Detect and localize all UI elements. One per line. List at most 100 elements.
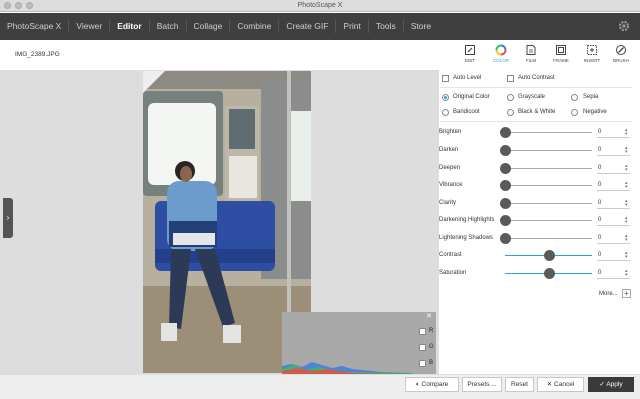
window-controls[interactable] <box>4 2 33 9</box>
close-window-button[interactable] <box>4 2 11 9</box>
tool-brush-label: BRUSH <box>613 58 629 63</box>
slider-label: Contrast <box>439 252 462 258</box>
mode-black-white-label: Black & White <box>518 109 556 115</box>
tool-color[interactable]: COLOR <box>489 44 513 68</box>
stepper-icon[interactable]: ▴ ▾ <box>625 164 628 173</box>
mode-negative-radio[interactable] <box>571 109 578 116</box>
slider-track[interactable] <box>505 238 592 239</box>
slider-value-underline <box>597 278 630 279</box>
menu-print[interactable]: Print <box>336 20 369 33</box>
slider-knob[interactable] <box>500 145 511 156</box>
menu-collage[interactable]: Collage <box>187 20 231 33</box>
compare-button[interactable]: ◐ Compare <box>405 377 459 392</box>
slider-track[interactable] <box>505 203 592 204</box>
slider-value-field[interactable]: 0 <box>598 165 601 171</box>
histogram-red-label: R <box>429 328 434 334</box>
menu-editor[interactable]: Editor <box>110 20 150 33</box>
tool-brush[interactable]: BRUSH <box>609 44 633 68</box>
menu-batch[interactable]: Batch <box>150 20 187 33</box>
slider-value-field[interactable]: 0 <box>598 235 601 241</box>
brush-icon <box>616 45 626 55</box>
slider-value-field[interactable]: 0 <box>598 129 601 135</box>
menu-store[interactable]: Store <box>404 20 438 33</box>
presets-button[interactable]: Presets ... <box>462 377 502 392</box>
tool-frame-label: FRAME <box>553 58 569 63</box>
tool-edit-label: EDIT <box>464 58 476 63</box>
auto-level-label: Auto Level <box>453 75 482 81</box>
menu-viewer[interactable]: Viewer <box>69 20 111 33</box>
close-histogram-icon[interactable]: ✕ <box>426 312 432 320</box>
slider-value-field[interactable]: 0 <box>598 270 601 276</box>
left-panel-toggle[interactable]: › <box>3 198 13 238</box>
menu-tools[interactable]: Tools <box>369 20 404 33</box>
mode-bandicoot-label: Bandicoot <box>453 109 480 115</box>
stepper-icon[interactable]: ▴ ▾ <box>625 181 628 190</box>
stepper-icon[interactable]: ▴ ▾ <box>625 199 628 208</box>
mode-sepia-radio[interactable] <box>571 94 578 101</box>
stepper-icon[interactable]: ▴ ▾ <box>625 128 628 137</box>
slider-value-field[interactable]: 0 <box>598 182 601 188</box>
stepper-icon[interactable]: ▴ ▾ <box>625 251 628 260</box>
slider-track[interactable] <box>505 168 592 169</box>
slider-value-underline <box>597 225 630 226</box>
stepper-icon[interactable]: ▴ ▾ <box>625 216 628 225</box>
more-button[interactable]: More... <box>599 291 618 297</box>
tool-film[interactable]: FILM <box>519 44 543 68</box>
mode-original-radio[interactable] <box>442 94 449 101</box>
slider-knob[interactable] <box>500 127 511 138</box>
reset-button[interactable]: Reset <box>505 377 534 392</box>
mode-bandicoot-radio[interactable] <box>442 109 449 116</box>
menu-combine[interactable]: Combine <box>230 20 280 33</box>
tool-frame[interactable]: FRAME <box>549 44 573 68</box>
menu-photoscape-x[interactable]: PhotoScape X <box>0 20 70 33</box>
slider-track[interactable] <box>505 220 592 221</box>
slider-label: Darkening Highlights <box>439 217 495 223</box>
apply-button[interactable]: ✓ Apply <box>588 377 634 392</box>
add-icon[interactable]: + <box>622 289 631 298</box>
chevron-right-icon: › <box>6 213 10 222</box>
slider-value-field[interactable]: 0 <box>598 252 601 258</box>
original-corner-icon[interactable] <box>143 71 165 93</box>
stepper-icon[interactable]: ▴ ▾ <box>625 234 628 243</box>
histogram-graph <box>282 362 412 374</box>
slider-knob[interactable] <box>543 268 555 279</box>
compare-label: Compare <box>421 381 449 388</box>
edit-icon <box>465 45 475 55</box>
tool-edit[interactable]: EDIT <box>458 44 482 68</box>
minimize-window-button[interactable] <box>15 2 22 9</box>
zoom-window-button[interactable] <box>26 2 33 9</box>
stepper-icon[interactable]: ▴ ▾ <box>625 269 628 278</box>
slider-knob[interactable] <box>500 233 511 244</box>
slider-knob[interactable] <box>500 163 511 174</box>
slider-track[interactable] <box>505 132 592 133</box>
slider-value-field[interactable]: 0 <box>598 147 601 153</box>
cancel-button[interactable]: ✕ Cancel <box>537 377 584 392</box>
slider-track[interactable] <box>505 150 592 151</box>
gear-icon[interactable] <box>618 20 630 32</box>
auto-level-checkbox[interactable] <box>442 75 449 82</box>
slider-value-field[interactable]: 0 <box>598 200 601 206</box>
menu-create-gif[interactable]: Create GIF <box>279 20 337 33</box>
histogram-blue-checkbox[interactable] <box>419 360 426 367</box>
mode-sepia-label: Sepia <box>583 94 599 100</box>
histogram-blue-label: B <box>429 360 434 366</box>
slider-knob[interactable] <box>543 250 555 261</box>
slider-value-underline <box>597 260 630 261</box>
slider-knob[interactable] <box>500 180 511 191</box>
slider-knob[interactable] <box>500 198 511 209</box>
histogram-red-checkbox[interactable] <box>419 328 426 335</box>
tool-insert-label: INSERT <box>583 58 601 63</box>
histogram-green-checkbox[interactable] <box>419 344 426 351</box>
stepper-icon[interactable]: ▴ ▾ <box>625 146 628 155</box>
slider-value-field[interactable]: 0 <box>598 217 601 223</box>
slider-knob[interactable] <box>500 215 511 226</box>
cancel-label: Cancel <box>554 381 575 388</box>
tool-insert[interactable]: INSERT <box>580 44 604 68</box>
slider-label: Deepen <box>439 165 461 171</box>
slider-track[interactable] <box>505 185 592 186</box>
auto-contrast-checkbox[interactable] <box>507 75 514 82</box>
mode-original-label: Original Color <box>453 94 490 100</box>
mode-black-white-radio[interactable] <box>507 109 514 116</box>
film-icon <box>526 45 536 55</box>
mode-grayscale-radio[interactable] <box>507 94 514 101</box>
